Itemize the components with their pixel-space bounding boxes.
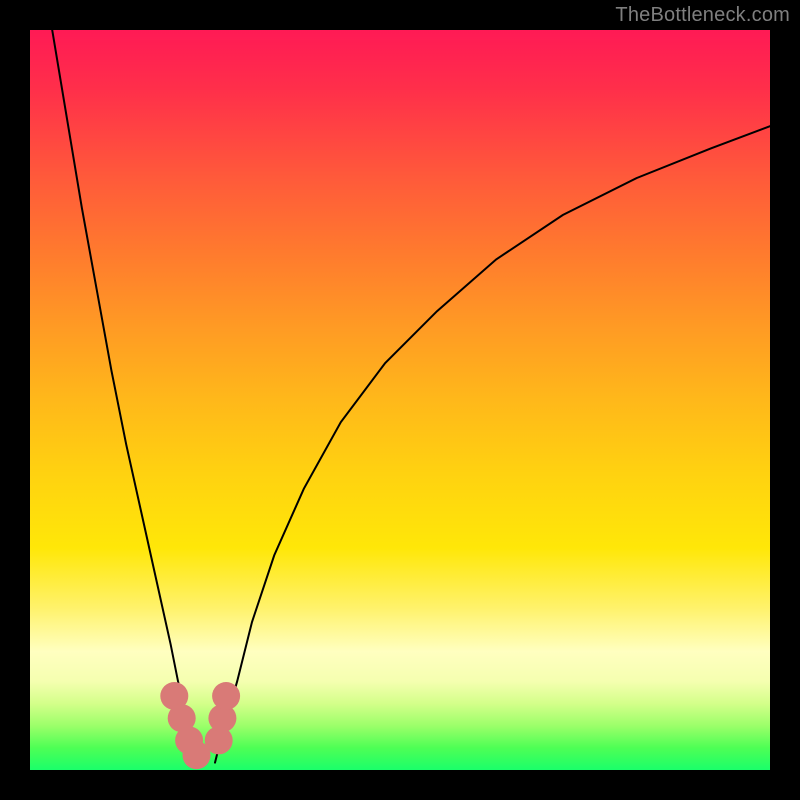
curve-layer <box>30 30 770 770</box>
marker-cluster-right-3 <box>212 682 240 710</box>
outer-frame: TheBottleneck.com <box>0 0 800 800</box>
left-curve <box>52 30 196 763</box>
plot-area <box>30 30 770 770</box>
marker-cluster <box>160 682 240 769</box>
watermark-text: TheBottleneck.com <box>615 4 790 27</box>
right-curve <box>215 126 770 762</box>
